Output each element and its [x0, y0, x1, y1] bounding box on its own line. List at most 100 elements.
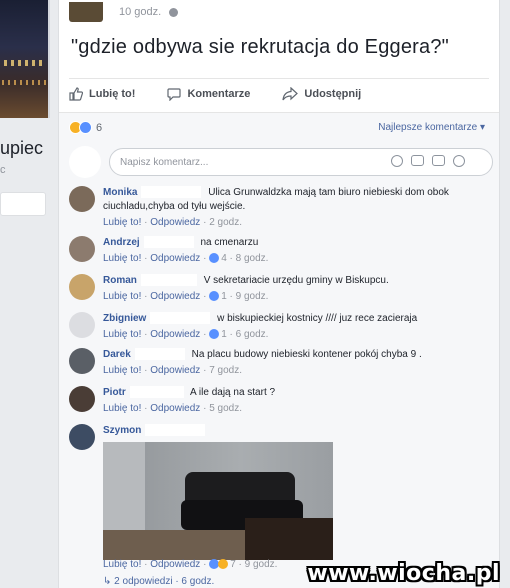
like-count-icon: [209, 329, 220, 340]
comment-like-link[interactable]: Lubię to!: [103, 291, 141, 302]
author-avatar[interactable]: [69, 2, 103, 22]
post-text: "gdzie odbywa sie rekrutacja do Eggera?": [71, 36, 449, 58]
page-subtitle: c: [0, 164, 6, 176]
comment-composer: Napisz komentarz...: [69, 146, 493, 178]
comment-actions: Lubię to! · Odpowiedz · 1 · 6 godz.: [103, 329, 269, 340]
user-avatar: [69, 146, 101, 178]
comment-text: A ile dają na start ?: [190, 387, 276, 398]
left-column: upiec c: [0, 0, 58, 588]
comment-body: Zbigniew w biskupieckiej kostnicy //// j…: [103, 312, 493, 342]
like-count-icon: [209, 253, 220, 264]
commenter-name[interactable]: Andrzej: [103, 237, 140, 248]
comment-like-link[interactable]: Lubię to!: [103, 217, 141, 228]
post-meta: 10 godz.: [69, 0, 179, 24]
comment-button[interactable]: Komentarze: [167, 87, 250, 101]
camera-icon[interactable]: [411, 155, 424, 166]
redaction: [143, 236, 194, 249]
comment-body: Darek Na placu budowy niebieski kontener…: [103, 348, 493, 378]
commenter-name[interactable]: Roman: [103, 275, 137, 286]
post-card: 10 godz. "gdzie odbywa sie rekrutacja do…: [58, 0, 500, 588]
comment-time[interactable]: 5 godz.: [209, 403, 242, 414]
reactions-bar: 6 Najlepsze komentarze ▾: [59, 112, 499, 142]
redaction: [140, 274, 197, 287]
replies-label: 2 odpowiedzi · 6 godz.: [114, 576, 215, 587]
comment-photo[interactable]: [103, 442, 333, 560]
commenter-name[interactable]: Szymon: [103, 425, 141, 436]
comment-reply-link[interactable]: Odpowiedz: [150, 365, 200, 376]
redaction: [129, 386, 184, 399]
commenter-name[interactable]: Zbigniew: [103, 313, 146, 324]
watermark: www.wiocha.pl: [307, 561, 500, 586]
commenter-name[interactable]: Monika: [103, 187, 137, 198]
comment-reply-link[interactable]: Odpowiedz: [150, 559, 200, 570]
comment-body: Monika Ulica Grunwaldzka mają tam biuro …: [103, 186, 493, 230]
like-count[interactable]: 1: [221, 291, 227, 302]
comment-body: Andrzej na cmenarzu Lubię to! · Odpowied…: [103, 236, 493, 266]
avatar[interactable]: [69, 424, 95, 450]
comment-time[interactable]: 9 godz.: [236, 291, 269, 302]
avatar[interactable]: [69, 348, 95, 374]
comment-reply-link[interactable]: Odpowiedz: [150, 253, 200, 264]
comment-body: Roman V sekretariacie urzędu gminy w Bis…: [103, 274, 493, 304]
comment-body: Piotr A ile dają na start ? Lubię to! · …: [103, 386, 493, 416]
comment-time[interactable]: 2 godz.: [209, 217, 242, 228]
comment-body: Szymon: [103, 424, 493, 438]
comment-text: V sekretariacie urzędu gminy w Biskupcu.: [203, 275, 389, 286]
reaction-count: 6: [96, 121, 103, 134]
commenter-name[interactable]: Darek: [103, 349, 131, 360]
avatar[interactable]: [69, 312, 95, 338]
comment-time[interactable]: 7 godz.: [209, 365, 242, 376]
comment-text: w biskupieckiej kostnicy //// juz rece z…: [217, 313, 418, 324]
comment-text: Na placu budowy niebieski kontener pokój…: [191, 349, 422, 360]
comment-reply-link[interactable]: Odpowiedz: [150, 217, 200, 228]
reaction-summary[interactable]: 6: [69, 121, 102, 134]
share-button[interactable]: Udostępnij: [282, 86, 361, 101]
like-label: Lubię to!: [89, 87, 136, 100]
comment-time[interactable]: 9 godz.: [245, 559, 278, 570]
page-name: upiec: [0, 138, 44, 158]
comment-reply-link[interactable]: Odpowiedz: [150, 291, 200, 302]
redaction: [141, 186, 202, 199]
redaction: [145, 424, 206, 437]
avatar[interactable]: [69, 386, 95, 412]
like-count[interactable]: 4: [221, 253, 227, 264]
left-button[interactable]: [0, 192, 46, 216]
comment-like-link[interactable]: Lubię to!: [103, 329, 141, 340]
share-icon: [282, 86, 299, 100]
comment-text: na cmenarzu: [200, 237, 259, 248]
comment-actions: Lubię to! · Odpowiedz · 1 · 9 godz.: [103, 291, 269, 302]
like-button[interactable]: Lubię to!: [69, 86, 136, 101]
emoji-icon[interactable]: [391, 155, 403, 167]
globe-icon: [169, 7, 179, 17]
comment-actions: Lubię to! · Odpowiedz · 5 godz.: [103, 403, 242, 414]
thumbs-up-icon: [69, 86, 83, 101]
comment-like-link[interactable]: Lubię to!: [103, 253, 141, 264]
sticker-icon[interactable]: [453, 155, 465, 167]
like-count[interactable]: 1: [221, 329, 227, 340]
comment-photo-image[interactable]: [103, 442, 333, 560]
comment-reply-link[interactable]: Odpowiedz: [150, 329, 200, 340]
like-count[interactable]: 7: [230, 559, 236, 570]
gif-icon[interactable]: [432, 155, 445, 166]
composer-icons: [391, 155, 465, 167]
comment-time[interactable]: 6 godz.: [236, 329, 269, 340]
avatar[interactable]: [69, 236, 95, 262]
commenter-name[interactable]: Piotr: [103, 387, 126, 398]
comment-reply-link[interactable]: Odpowiedz: [150, 403, 200, 414]
like-reaction-icon: [79, 121, 92, 134]
haha-count-icon: [218, 559, 229, 570]
redaction: [150, 312, 211, 325]
comment-label: Komentarze: [187, 87, 251, 100]
comment-like-link[interactable]: Lubię to!: [103, 559, 141, 570]
comment-time[interactable]: 8 godz.: [236, 253, 269, 264]
comment-like-link[interactable]: Lubię to!: [103, 403, 141, 414]
avatar[interactable]: [69, 186, 95, 212]
avatar[interactable]: [69, 274, 95, 300]
like-count-icon: [209, 291, 220, 302]
comment-like-link[interactable]: Lubię to!: [103, 365, 141, 376]
view-replies-link[interactable]: ↳ 2 odpowiedzi · 6 godz.: [103, 576, 214, 587]
comment-sort-dropdown[interactable]: Najlepsze komentarze ▾: [378, 122, 485, 133]
cover-photo: [0, 0, 50, 118]
post-time[interactable]: 10 godz.: [119, 6, 161, 18]
comment-icon: [167, 87, 182, 101]
